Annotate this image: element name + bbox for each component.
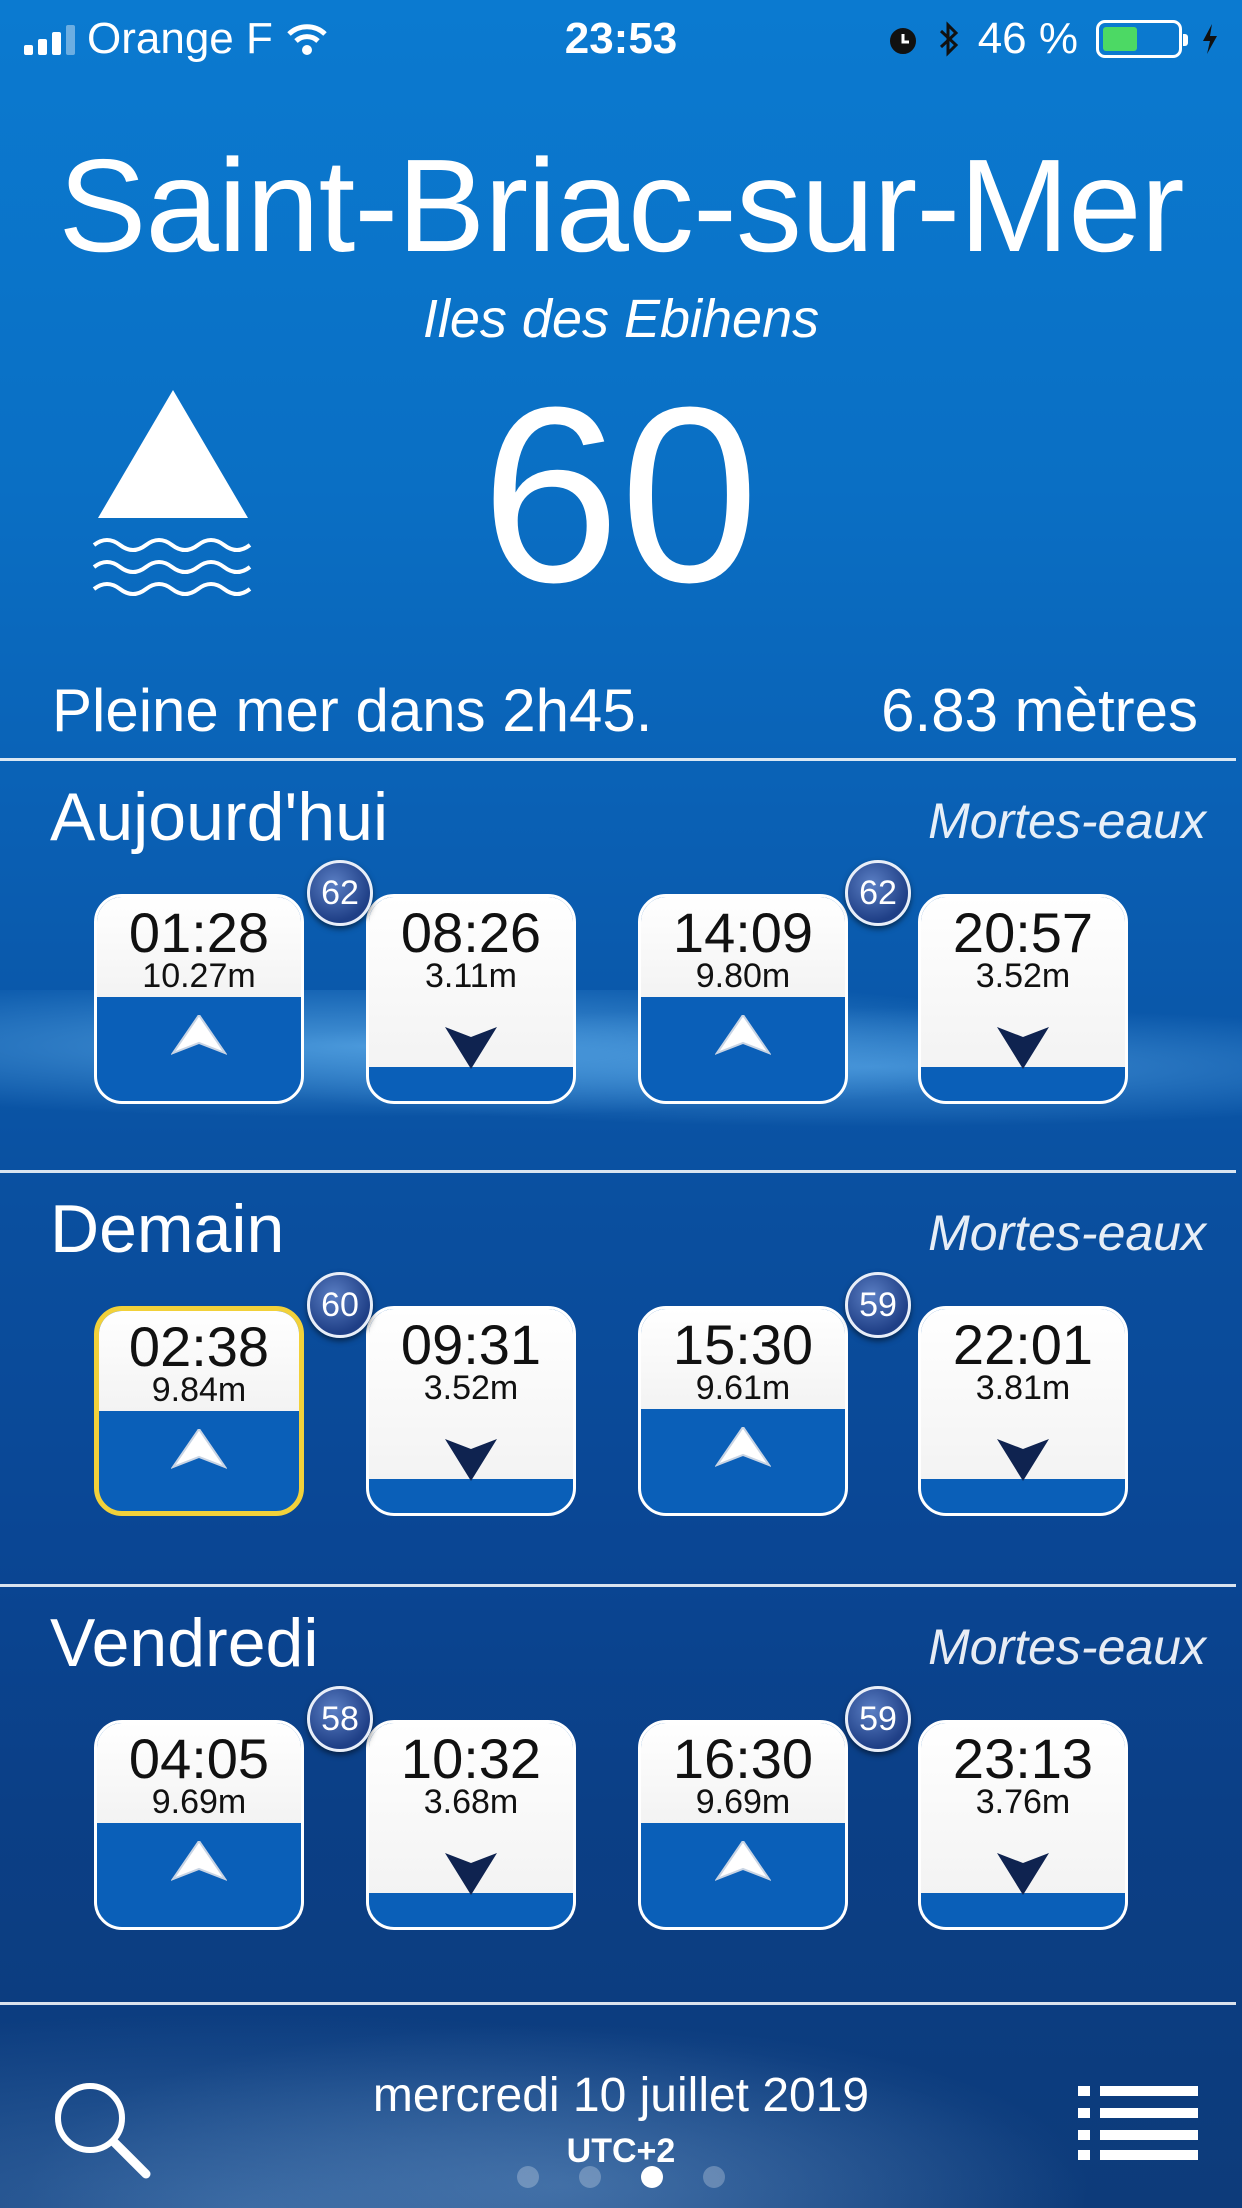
up-arrow-icon [97, 1839, 301, 1886]
tide-time: 02:38 [128, 1315, 270, 1378]
coefficient-badge: 62 [307, 860, 373, 926]
low-tide-card[interactable]: 08:26 3.11m [366, 894, 576, 1104]
tide-period-label: Mortes-eaux [928, 1619, 1206, 1675]
low-tide-card[interactable]: 20:57 3.52m [918, 894, 1128, 1104]
page-dot[interactable] [579, 2166, 601, 2188]
tide-period-label: Mortes-eaux [928, 793, 1206, 849]
divider [0, 758, 1236, 761]
tide-time: 10:32 [400, 1727, 542, 1790]
up-arrow-icon [641, 1425, 845, 1472]
high-tide-card[interactable]: 04:05 9.69m [94, 1720, 304, 1930]
low-tide-card[interactable]: 23:13 3.76m [918, 1720, 1128, 1930]
page-indicator[interactable] [0, 2166, 1242, 2188]
high-tide-card[interactable]: 16:30 9.69m [638, 1720, 848, 1930]
coefficient-badge: 59 [845, 1686, 911, 1752]
tide-time: 01:28 [128, 901, 270, 964]
coefficient-badge: 62 [845, 860, 911, 926]
page-dot[interactable] [703, 2166, 725, 2188]
up-arrow-icon [97, 1013, 301, 1060]
coefficient-badge: 60 [307, 1272, 373, 1338]
high-tide-card[interactable]: 01:28 10.27m [94, 894, 304, 1104]
list-menu-icon[interactable] [1078, 2084, 1198, 2160]
tide-height: 3.52m [975, 957, 1071, 995]
coefficient-badge: 58 [307, 1686, 373, 1752]
tide-height: 9.69m [695, 1783, 791, 1821]
down-arrow-icon [369, 1437, 573, 1488]
battery-percent: 46 % [977, 14, 1078, 63]
tide-time: 16:30 [672, 1727, 814, 1790]
day-title: Demain [50, 1191, 285, 1267]
sublocation-name: Iles des Ebihens [422, 289, 820, 349]
day-title: Aujourd'hui [50, 779, 389, 855]
tide-height: 9.84m [151, 1371, 247, 1409]
down-arrow-icon [921, 1851, 1125, 1902]
down-arrow-icon [921, 1025, 1125, 1076]
high-tide-card[interactable]: 15:30 9.61m [638, 1306, 848, 1516]
tide-height: 9.61m [695, 1369, 791, 1407]
city-title: Saint-Briac-sur-Mer [58, 132, 1184, 279]
tide-height: 3.81m [975, 1369, 1071, 1407]
tide-height: 10.27m [142, 957, 256, 995]
bluetooth-icon [939, 21, 958, 57]
down-arrow-icon [369, 1851, 573, 1902]
tide-time: 09:31 [400, 1313, 542, 1376]
divider [0, 1170, 1236, 1173]
tide-time: 04:05 [128, 1727, 270, 1790]
divider [0, 2002, 1236, 2005]
tide-time: 20:57 [952, 901, 1094, 964]
rising-tide-icon [92, 390, 252, 596]
down-arrow-icon [921, 1437, 1125, 1488]
tide-time: 15:30 [672, 1313, 814, 1376]
down-arrow-icon [369, 1025, 573, 1076]
status-right: 46 % [886, 14, 1220, 64]
low-tide-card[interactable]: 10:32 3.68m [366, 1720, 576, 1930]
current-date: mercredi 10 juillet 2019 [372, 2069, 870, 2122]
page-dot[interactable] [641, 2166, 663, 2188]
up-arrow-icon [641, 1013, 845, 1060]
status-bar: Orange F 23:53 46 % [0, 0, 1242, 80]
tide-time: 22:01 [952, 1313, 1094, 1376]
next-tide-text: Pleine mer dans 2h45. [52, 677, 653, 744]
tide-height: 9.69m [151, 1783, 247, 1821]
high-tide-card[interactable]: 14:09 9.80m [638, 894, 848, 1104]
low-tide-card[interactable]: 22:01 3.81m [918, 1306, 1128, 1516]
day-title: Vendredi [50, 1605, 319, 1681]
charging-bolt-icon [1203, 24, 1217, 54]
tide-height: 3.76m [975, 1783, 1071, 1821]
coefficient-badge: 59 [845, 1272, 911, 1338]
tide-height: 3.52m [423, 1369, 519, 1407]
tide-height: 3.11m [425, 957, 517, 995]
up-arrow-icon [641, 1839, 845, 1886]
up-arrow-icon [99, 1427, 299, 1474]
current-coefficient: 60 [480, 355, 760, 634]
divider [0, 1584, 1236, 1587]
tide-period-label: Mortes-eaux [928, 1205, 1206, 1261]
tide-height: 9.80m [695, 957, 791, 995]
tide-time: 23:13 [952, 1727, 1094, 1790]
page-dot[interactable] [517, 2166, 539, 2188]
tide-height: 3.68m [423, 1783, 519, 1821]
battery-icon [1096, 20, 1188, 58]
low-tide-card[interactable]: 09:31 3.52m [366, 1306, 576, 1516]
alarm-icon [889, 28, 916, 54]
tide-time: 14:09 [672, 901, 814, 964]
high-tide-card[interactable]: 02:38 9.84m [94, 1306, 304, 1516]
tide-time: 08:26 [400, 901, 542, 964]
next-tide-height: 6.83 mètres [881, 677, 1198, 744]
